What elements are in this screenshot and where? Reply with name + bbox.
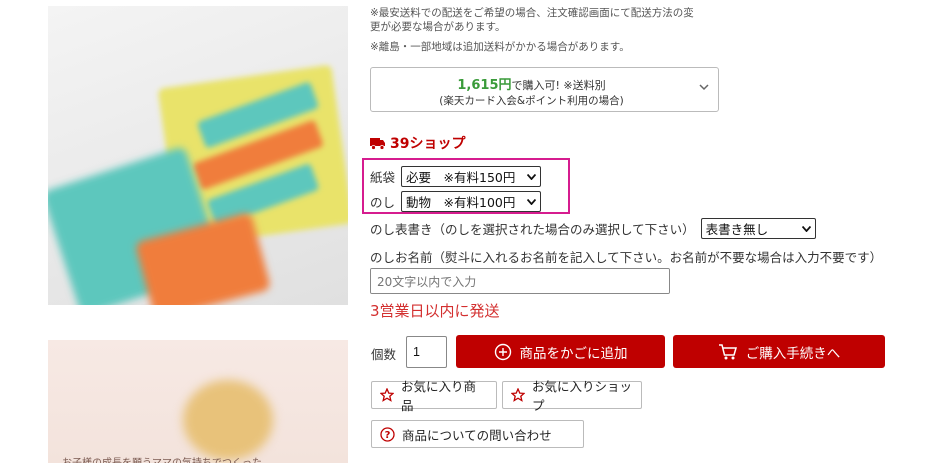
favorite-item-button[interactable]: お気に入り商品 [371,379,497,413]
noshi-option-label: のし [370,195,396,210]
question-circle-icon: ? [380,426,395,442]
inquiry-label: 商品についての問い合わせ [402,427,552,443]
favorite-shop-button[interactable]: お気に入りショップ [502,379,642,413]
chevron-down-icon [699,84,709,91]
shipping-time: 3営業日以内に発送 [370,302,500,320]
price-dropdown[interactable]: 1,615円で購入可! ※送料別 (楽天カード入会&ポイント利用の場合) [370,67,719,112]
shipping-note-1: ※最安送料での配送をご希望の場合、注文確認画面にて配送方法の変 [370,7,694,19]
product-thumbnail-image[interactable]: お子様の成長を願うママの気持ちでつくった [48,340,348,463]
favorite-item-label: お気に入り商品 [401,379,477,413]
image-blob [183,380,273,460]
bag-option-select[interactable]: 必要 ※有料150円 [401,166,542,187]
noshi-option-value: 動物 ※有料100円 [406,195,516,210]
price-line: 1,615円で購入可! ※送料別 [371,74,692,93]
star-icon [511,388,525,402]
bag-option-row: 紙袋 必要 ※有料150円 [370,166,542,187]
shipping-note-3: ※離島・一部地域は追加送料がかかる場合があります。 [370,41,630,53]
price-suffix: で購入可! ※送料別 [511,79,606,92]
thumbnail-caption: お子様の成長を願うママの気持ちでつくった [62,454,262,463]
plus-circle-icon [494,343,511,360]
bag-option-label: 紙袋 [370,170,396,185]
noshi-title-label: のし表書き（のしを選択された場合のみ選択して下さい） [370,222,695,237]
price-condition: (楽天カード入会&ポイント利用の場合) [439,95,624,107]
favorite-shop-label: お気に入りショップ [532,379,633,413]
quantity-input[interactable] [406,336,447,368]
checkout-button[interactable]: ご購入手続きへ [673,335,885,368]
checkout-label: ご購入手続きへ [745,345,841,362]
shop39-label: 39ショップ [390,136,466,152]
svg-text:?: ? [385,430,391,441]
product-main-image[interactable] [48,6,348,305]
quantity-label: 個数 [371,347,397,362]
noshi-title-value: 表書き無し [705,222,769,237]
noshi-option-select[interactable]: 動物 ※有料100円 [401,191,542,212]
cart-icon [718,343,737,359]
inquiry-button[interactable]: ? 商品についての問い合わせ [371,420,584,448]
noshi-title-row: のし表書き（のしを選択された場合のみ選択して下さい） 表書き無し [370,218,816,239]
shipping-note-2: 更が必要な場合があります。 [370,21,506,33]
chevron-down-icon [527,198,537,205]
noshi-title-select[interactable]: 表書き無し [700,218,816,239]
add-to-cart-button[interactable]: 商品をかごに追加 [456,335,665,368]
shop39-badge: 39ショップ [370,133,465,153]
chevron-down-icon [527,173,537,180]
noshi-name-input[interactable] [370,268,670,294]
price-amount: 1,615円 [457,78,512,93]
chevron-down-icon [801,225,811,232]
bag-option-value: 必要 ※有料150円 [406,170,516,185]
noshi-name-label: のしお名前（熨斗に入れるお名前を記入して下さい。お名前が不要な場合は入力不要です… [370,250,883,265]
truck-icon [370,138,385,150]
star-icon [380,388,394,402]
noshi-option-row: のし 動物 ※有料100円 [370,191,542,212]
add-to-cart-label: 商品をかごに追加 [519,345,628,362]
